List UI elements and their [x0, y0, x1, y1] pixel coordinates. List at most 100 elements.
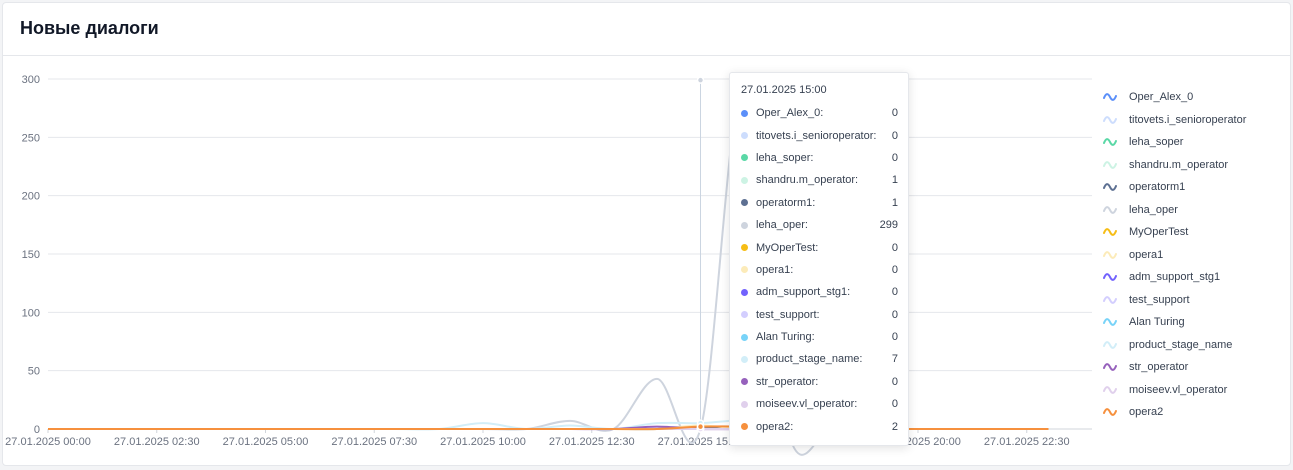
tooltip-series-value: 0	[891, 398, 898, 411]
series-dot-icon	[741, 154, 748, 162]
tooltip-series-name: opera1:	[756, 263, 794, 276]
hover-point	[696, 422, 705, 431]
series-wave-icon	[1103, 273, 1117, 282]
legend-item[interactable]: test_support	[1103, 289, 1246, 312]
tooltip-series-value: 1	[891, 174, 898, 187]
legend-item[interactable]: leha_soper	[1103, 131, 1246, 154]
tooltip-row: operatorm1: 1	[741, 192, 898, 214]
tooltip-row: str_operator: 0	[741, 371, 898, 393]
series-wave-icon	[1103, 385, 1117, 394]
tooltip-series-name: operatorm1:	[756, 196, 816, 209]
series-dot-icon	[741, 378, 748, 386]
legend-item[interactable]: leha_oper	[1103, 199, 1246, 222]
series-dot-icon	[741, 109, 748, 117]
x-tick-label: 27.01.2025 10:00	[440, 436, 526, 448]
series-wave-icon	[1103, 363, 1117, 372]
tooltip-series-name: leha_oper:	[756, 219, 808, 232]
legend-item[interactable]: str_operator	[1103, 356, 1246, 379]
x-tick-label: 27.01.2025 00:00	[5, 436, 91, 448]
line-chart[interactable]: 05010015020025030027.01.2025 00:00 27.01.…	[0, 0, 1293, 470]
legend-label: Oper_Alex_0	[1129, 91, 1194, 104]
legend-label: leha_soper	[1129, 136, 1184, 149]
tooltip-row: Alan Turing: 0	[741, 326, 898, 348]
tooltip-row: shandru.m_operator: 1	[741, 169, 898, 191]
legend-item[interactable]: operatorm1	[1103, 176, 1246, 199]
tooltip-series-value: 0	[891, 129, 898, 142]
legend-label: titovets.i_senioroperator	[1129, 113, 1247, 126]
series-wave-icon	[1103, 138, 1117, 147]
y-tick-label: 150	[22, 249, 40, 261]
series-wave-icon	[1103, 340, 1117, 349]
tooltip-row: moiseev.vl_operator: 0	[741, 393, 898, 415]
legend-label: test_support	[1129, 293, 1190, 306]
series-wave-icon	[1103, 318, 1117, 327]
x-tick-label: 27.01.2025 05:00	[223, 436, 309, 448]
tooltip-row: Oper_Alex_0: 0	[741, 102, 898, 124]
legend-label: shandru.m_operator	[1129, 158, 1229, 171]
tooltip-series-value: 7	[891, 353, 898, 366]
series-wave-icon	[1103, 183, 1117, 192]
legend-label: Alan Turing	[1129, 316, 1185, 329]
legend-item[interactable]: opera1	[1103, 244, 1246, 267]
legend-item[interactable]: moiseev.vl_operator	[1103, 379, 1246, 402]
legend-item[interactable]: adm_support_stg1	[1103, 266, 1246, 289]
tooltip-row: MyOperTest: 0	[741, 236, 898, 258]
x-tick-label: 27.01.2025 22:30	[984, 436, 1070, 448]
series-wave-icon	[1103, 250, 1117, 259]
tooltip-row: product_stage_name: 7	[741, 348, 898, 370]
legend-item[interactable]: Alan Turing	[1103, 311, 1246, 334]
tooltip-series-name: Oper_Alex_0:	[756, 107, 824, 120]
tooltip-series-name: shandru.m_operator:	[756, 174, 859, 187]
legend-item[interactable]: shandru.m_operator	[1103, 154, 1246, 177]
series-dot-icon	[741, 333, 748, 341]
tooltip-series-value: 0	[891, 107, 898, 120]
tooltip-series-value: 0	[891, 331, 898, 344]
series-dot-icon	[741, 221, 748, 229]
y-tick-label: 100	[22, 307, 40, 319]
series-wave-icon	[1103, 228, 1117, 237]
tooltip-series-value: 0	[891, 308, 898, 321]
legend-item[interactable]: opera2	[1103, 401, 1246, 424]
tooltip-series-name: moiseev.vl_operator:	[756, 398, 858, 411]
tooltip-row: leha_soper: 0	[741, 147, 898, 169]
series-dot-icon	[741, 244, 748, 252]
tooltip-series-name: str_operator:	[756, 375, 819, 388]
legend-label: operatorm1	[1129, 181, 1186, 194]
series-wave-icon	[1103, 93, 1117, 102]
tooltip-series-value: 0	[891, 151, 898, 164]
legend-item[interactable]: product_stage_name	[1103, 334, 1246, 357]
y-tick-label: 300	[22, 74, 40, 86]
x-tick-label: 27.01.2025 02:30	[114, 436, 200, 448]
tooltip-series-name: titovets.i_senioroperator:	[756, 129, 877, 142]
tooltip-row: opera2: 2	[741, 415, 898, 437]
tooltip-row: leha_oper: 299	[741, 214, 898, 236]
tooltip-series-name: adm_support_stg1:	[756, 286, 851, 299]
tooltip-series-value: 0	[891, 375, 898, 388]
hover-point-peak	[696, 76, 705, 84]
legend-label: MyOperTest	[1129, 226, 1189, 239]
tooltip-series-value: 299	[879, 219, 898, 232]
tooltip-series-value: 0	[891, 241, 898, 254]
tooltip-series-name: product_stage_name:	[756, 353, 863, 366]
series-dot-icon	[741, 355, 748, 363]
series-dot-icon	[741, 311, 748, 319]
chart-legend: Oper_Alex_0 titovets.i_senioroperatorleha…	[1103, 86, 1246, 424]
legend-label: adm_support_stg1	[1129, 271, 1221, 284]
legend-item[interactable]: MyOperTest	[1103, 221, 1246, 244]
series-dot-icon	[741, 266, 748, 274]
legend-label: str_operator	[1129, 361, 1189, 374]
legend-item[interactable]: Oper_Alex_0	[1103, 86, 1246, 109]
legend-label: product_stage_name	[1129, 338, 1233, 351]
legend-item[interactable]: titovets.i_senioroperator	[1103, 109, 1246, 132]
series-dot-icon	[741, 288, 748, 296]
series-wave-icon	[1103, 295, 1117, 304]
series-wave-icon	[1103, 115, 1117, 124]
y-tick-label: 200	[22, 191, 40, 203]
tooltip-row: opera1: 0	[741, 259, 898, 281]
series-wave-icon	[1103, 205, 1117, 214]
tooltip-series-name: test_support:	[756, 308, 820, 321]
series-wave-icon	[1103, 160, 1117, 169]
x-tick-label: 27.01.2025 07:30	[331, 436, 417, 448]
series-dot-icon	[741, 132, 748, 140]
tooltip-series-value: 0	[891, 263, 898, 276]
